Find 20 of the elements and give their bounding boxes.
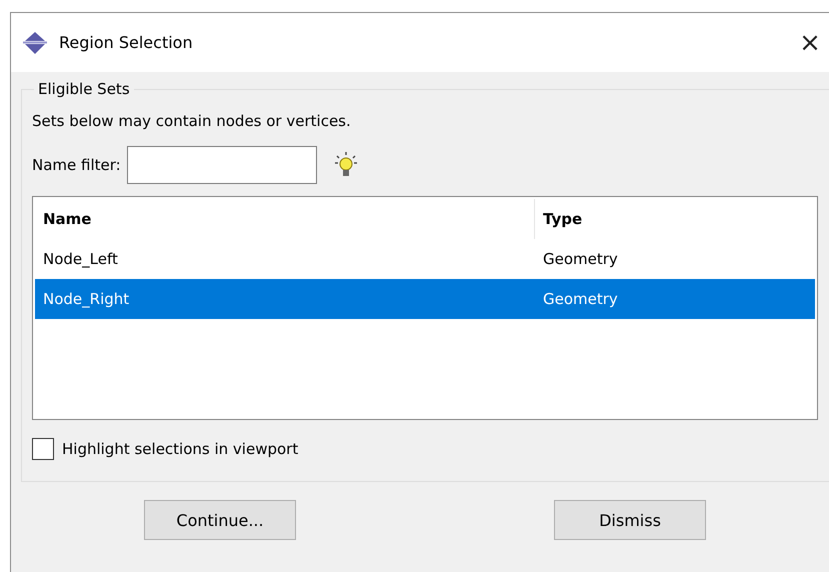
dismiss-button[interactable]: Dismiss [554,500,706,540]
table-row[interactable]: Node_Left Geometry [35,239,815,279]
app-icon [23,32,47,54]
column-header[interactable]: Type [535,199,815,239]
table-row[interactable]: Node_Right Geometry [35,279,815,319]
continue-button[interactable]: Continue... [144,500,296,540]
table-cell-text: Geometry [542,289,619,310]
close-button[interactable]: × [790,28,829,58]
table-cell-text: Node_Left [42,249,119,270]
table-cell-text: Geometry [542,249,619,270]
name-filter-field[interactable] [126,146,317,184]
filter-label: Name filter: [32,156,121,174]
description-text: Sets below may contain nodes or vertices. [32,112,352,130]
group-title: Eligible Sets [37,80,131,98]
checkbox-label: Highlight selections in viewport [62,440,298,458]
lightbulb-icon[interactable] [334,152,357,178]
checkbox[interactable] [32,438,54,460]
table-cell-text: Node_Right [42,289,130,310]
window-title: Region Selection [59,33,194,52]
column-header[interactable]: Name [35,199,535,239]
